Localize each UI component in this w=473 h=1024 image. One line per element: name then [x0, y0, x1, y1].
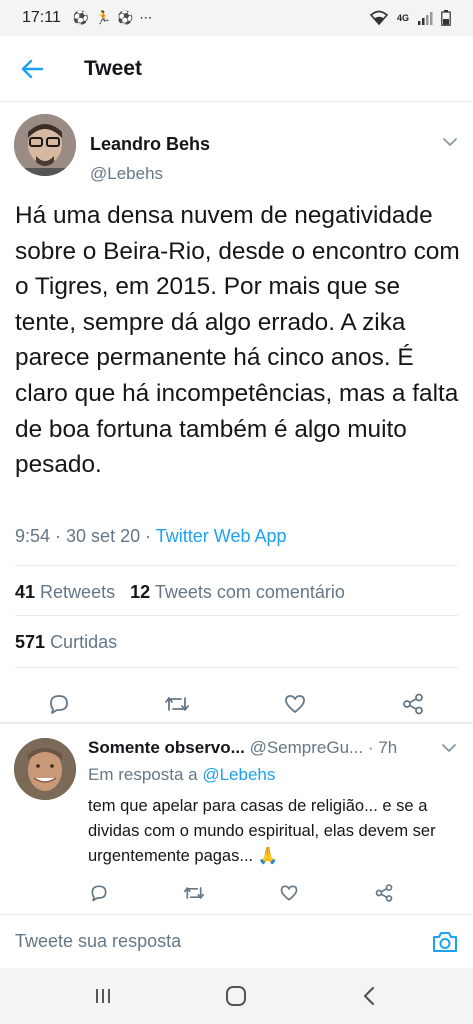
reply-header: Somente observo... @SempreGu... · 7h [88, 738, 460, 758]
reply-context-prefix: Em resposta a [88, 765, 203, 784]
reply-menu-button[interactable] [441, 740, 457, 758]
reply-retweet-button[interactable] [176, 876, 212, 910]
tweet-actions [0, 682, 473, 726]
share-icon [403, 693, 423, 715]
tweet-menu-button[interactable] [442, 134, 458, 152]
reply-share-button[interactable] [366, 876, 402, 910]
camera-button[interactable] [428, 925, 462, 959]
divider [15, 615, 458, 616]
author-name[interactable]: Leandro Behs [90, 134, 210, 155]
tweet-stats-retweets: 41 Retweets 12 Tweets com comentário [15, 582, 345, 603]
more-notifications-icon: ⋯ [139, 10, 153, 25]
recent-apps-button[interactable] [79, 978, 127, 1014]
notification-icon-soccer-2: ⚽ [117, 10, 134, 25]
share-button[interactable] [391, 682, 435, 726]
retweet-icon [184, 887, 205, 899]
recent-apps-icon [96, 989, 110, 1003]
tweet-timestamp: 9:54 · 30 set 20 · [15, 526, 156, 546]
battery-icon [441, 10, 451, 26]
tweet-stats-likes: 571 Curtidas [15, 632, 117, 653]
chevron-down-icon [443, 138, 457, 146]
notification-icon-soccer: ⚽ [72, 10, 90, 25]
reply-reply-button[interactable] [81, 876, 117, 910]
retweets-count[interactable]: 41 [15, 582, 35, 602]
status-right: 4G [369, 10, 451, 26]
retweet-button[interactable] [155, 682, 199, 726]
back-chevron-icon [363, 986, 375, 1006]
reply-avatar-image [14, 738, 76, 800]
signal-icon [418, 12, 433, 25]
reply-input[interactable]: Tweete sua resposta [15, 931, 181, 952]
network-type-label: 4G [396, 12, 409, 23]
reply-age: · 7h [363, 738, 398, 757]
author-avatar-image [14, 114, 76, 176]
status-bar: 17:11 ⚽ 🏃 ⚽ ⋯ 4G [0, 0, 473, 36]
like-button[interactable] [273, 682, 317, 726]
page-title: Tweet [84, 56, 142, 80]
retweet-icon [165, 697, 189, 711]
reply-button[interactable] [37, 682, 81, 726]
divider [15, 667, 458, 668]
system-navigation-bar [0, 968, 473, 1024]
reply-author-name[interactable]: Somente observo... [88, 738, 245, 757]
reply-actions [0, 876, 473, 910]
quotes-label[interactable]: Tweets com comentário [155, 582, 345, 602]
reply-icon [91, 885, 107, 902]
heart-icon [285, 695, 305, 713]
reply-composer[interactable]: Tweete sua resposta [0, 914, 473, 968]
divider [15, 565, 458, 566]
chevron-down-icon [442, 744, 456, 752]
status-left: 17:11 ⚽ 🏃 ⚽ ⋯ [22, 9, 152, 27]
reply-context: Em resposta a @Lebehs [88, 765, 275, 785]
back-arrow-icon [21, 59, 43, 78]
home-button[interactable] [212, 978, 260, 1014]
tweet-author-row: Leandro Behs @Lebehs [0, 114, 473, 184]
wifi-icon [369, 10, 389, 26]
reply-context-mention[interactable]: @Lebehs [202, 765, 275, 784]
back-button[interactable] [0, 36, 64, 102]
app-header: Tweet [0, 36, 473, 102]
reply-tweet[interactable]: Somente observo... @SempreGu... · 7h Em … [0, 724, 473, 914]
reply-icon [50, 695, 68, 714]
back-nav-button[interactable] [345, 978, 393, 1014]
home-icon [226, 986, 246, 1006]
reply-author-handle[interactable]: @SempreGu... [250, 738, 364, 757]
notification-icon-activity: 🏃 [95, 10, 112, 25]
tweet-source-link[interactable]: Twitter Web App [156, 526, 287, 546]
reply-avatar[interactable] [14, 738, 76, 800]
share-icon [375, 884, 393, 902]
camera-icon [433, 932, 457, 952]
retweets-label[interactable]: Retweets [40, 582, 115, 602]
tweet-meta: 9:54 · 30 set 20 · Twitter Web App [15, 526, 287, 547]
author-handle[interactable]: @Lebehs [90, 164, 163, 184]
tweet-text: Há uma densa nuvem de negatividade sobre… [15, 202, 460, 479]
reply-like-button[interactable] [271, 876, 307, 910]
author-avatar[interactable] [14, 114, 76, 176]
heart-icon [280, 885, 298, 901]
quotes-count[interactable]: 12 [130, 582, 150, 602]
likes-count[interactable]: 571 [15, 632, 45, 652]
likes-label[interactable]: Curtidas [50, 632, 117, 652]
reply-text: tem que apelar para casas de religião...… [88, 797, 436, 865]
status-time: 17:11 [22, 9, 61, 26]
